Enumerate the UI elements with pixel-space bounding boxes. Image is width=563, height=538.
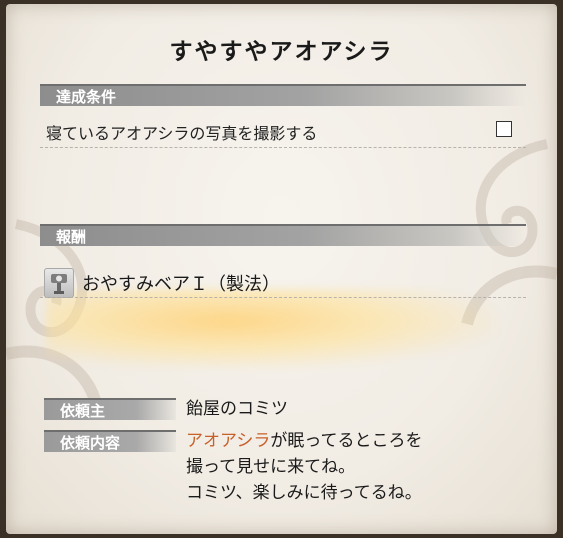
reward-highlight-glow bbox=[46, 289, 496, 369]
client-value: 飴屋のコミツ bbox=[186, 399, 288, 419]
details-line3: コミツ、楽しみに待ってるね。 bbox=[186, 483, 422, 503]
details-label: 依頼内容 bbox=[44, 430, 176, 452]
bowgun-blueprint-icon bbox=[44, 268, 74, 298]
client-label: 依頼主 bbox=[44, 398, 176, 420]
condition-text: 寝ているアオアシラの写真を撮影する bbox=[46, 124, 318, 143]
details-line2: 撮って見せに来てね。 bbox=[186, 457, 356, 477]
details-line1: が眠ってるところを bbox=[270, 431, 423, 451]
rewards-header: 報酬 bbox=[40, 224, 526, 246]
details-highlight: アオアシラ bbox=[186, 431, 271, 451]
quest-title: すやすやアオアシラ bbox=[169, 39, 394, 65]
divider bbox=[40, 147, 526, 148]
divider bbox=[40, 297, 526, 298]
quest-card: すやすやアオアシラ 達成条件 寝ているアオアシラの写真を撮影する 報酬 おやすみ… bbox=[6, 4, 557, 534]
reward-item[interactable]: おやすみベアＩ（製法） bbox=[44, 268, 530, 298]
condition-checkbox[interactable] bbox=[496, 121, 512, 137]
conditions-header: 達成条件 bbox=[40, 84, 526, 106]
details-text: アオアシラが眠ってるところを 撮って見せに来てね。 コミツ、楽しみに待ってるね。 bbox=[186, 428, 422, 506]
reward-label: おやすみベアＩ（製法） bbox=[82, 274, 280, 295]
